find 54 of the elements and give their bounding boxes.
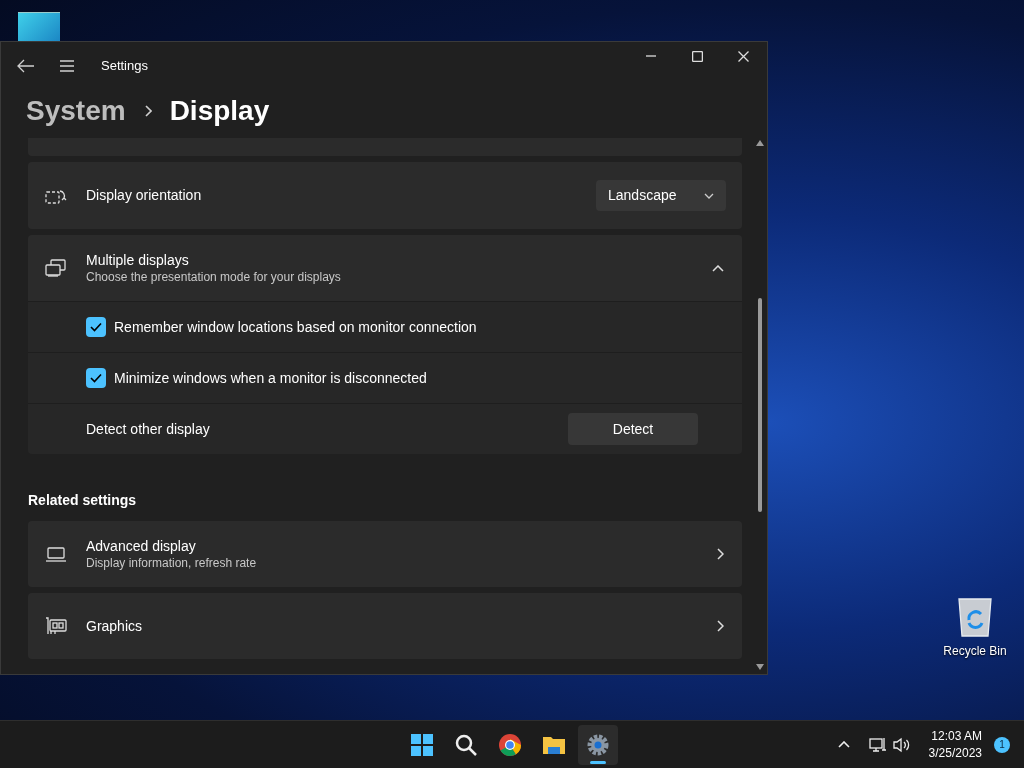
related-setting-card[interactable]: Graphics [28,593,742,659]
setting-label: Detect other display [86,419,210,439]
time-text: 12:03 AM [931,727,982,745]
orientation-dropdown[interactable]: Landscape [596,180,726,211]
active-indicator [590,761,606,764]
network-icon[interactable] [868,736,887,753]
chevron-right-icon [717,548,724,560]
checkmark-icon [90,373,102,383]
start-icon [410,733,434,757]
back-icon[interactable] [17,58,35,73]
checkbox[interactable] [86,317,106,337]
scroll-up-icon [756,140,764,146]
search-icon [454,733,478,757]
setting-label: Graphics [86,617,143,635]
checkbox-label: Minimize windows when a monitor is disconnected [114,368,427,388]
gear-icon [586,733,610,757]
desktop-icon-tile[interactable] [18,12,60,42]
recycle-bin-icon[interactable] [956,596,994,638]
chevron-up-icon [712,264,724,272]
related-setting-card[interactable]: Advanced display Display information, refresh rate [28,521,742,587]
chevron-up-icon[interactable] [837,741,850,748]
chevron-down-icon [704,192,714,199]
minimize-icon [646,55,656,57]
notification-badge[interactable]: 1 [994,736,1010,753]
chevron-right-icon [717,620,724,632]
expander-header[interactable]: Multiple displays Choose the presentation mode for your displays [28,235,742,301]
checkmark-icon [90,322,102,332]
graphics-card-icon [45,617,67,635]
desktop-icon-label[interactable]: Recycle Bin [943,642,1007,660]
breadcrumb-item[interactable]: System [26,97,126,125]
checkbox[interactable] [86,368,106,388]
scrollbar-thumb[interactable] [758,298,762,512]
browser-icon [498,733,522,757]
taskbar-app-button[interactable] [578,725,618,765]
setting-label: Advanced display [86,537,197,555]
menu-icon[interactable] [59,59,75,72]
setting-description: Choose the presentation mode for your displays [86,269,341,285]
window-title: Settings [101,56,148,75]
chevron-right-icon [143,105,152,117]
setting-label: Multiple displays [86,251,190,269]
checkbox-label: Remember window locations based on monitor connection [114,317,477,337]
laptop-icon [45,546,67,562]
detect-button[interactable]: Detect [568,413,698,445]
maximize-icon [691,50,703,62]
clock[interactable]: 12:03 AM 3/25/2023 [928,727,982,762]
date-text: 3/25/2023 [928,744,982,762]
breadcrumb-item: Display [169,97,270,125]
volume-icon[interactable] [892,736,911,753]
setting-description: Display information, refresh rate [86,555,257,571]
section-heading: Related settings [28,491,138,510]
close-icon [737,50,749,62]
multiple-displays-icon [45,259,67,277]
setting-label: Display orientation [86,186,202,205]
scroll-down-icon [756,664,764,670]
